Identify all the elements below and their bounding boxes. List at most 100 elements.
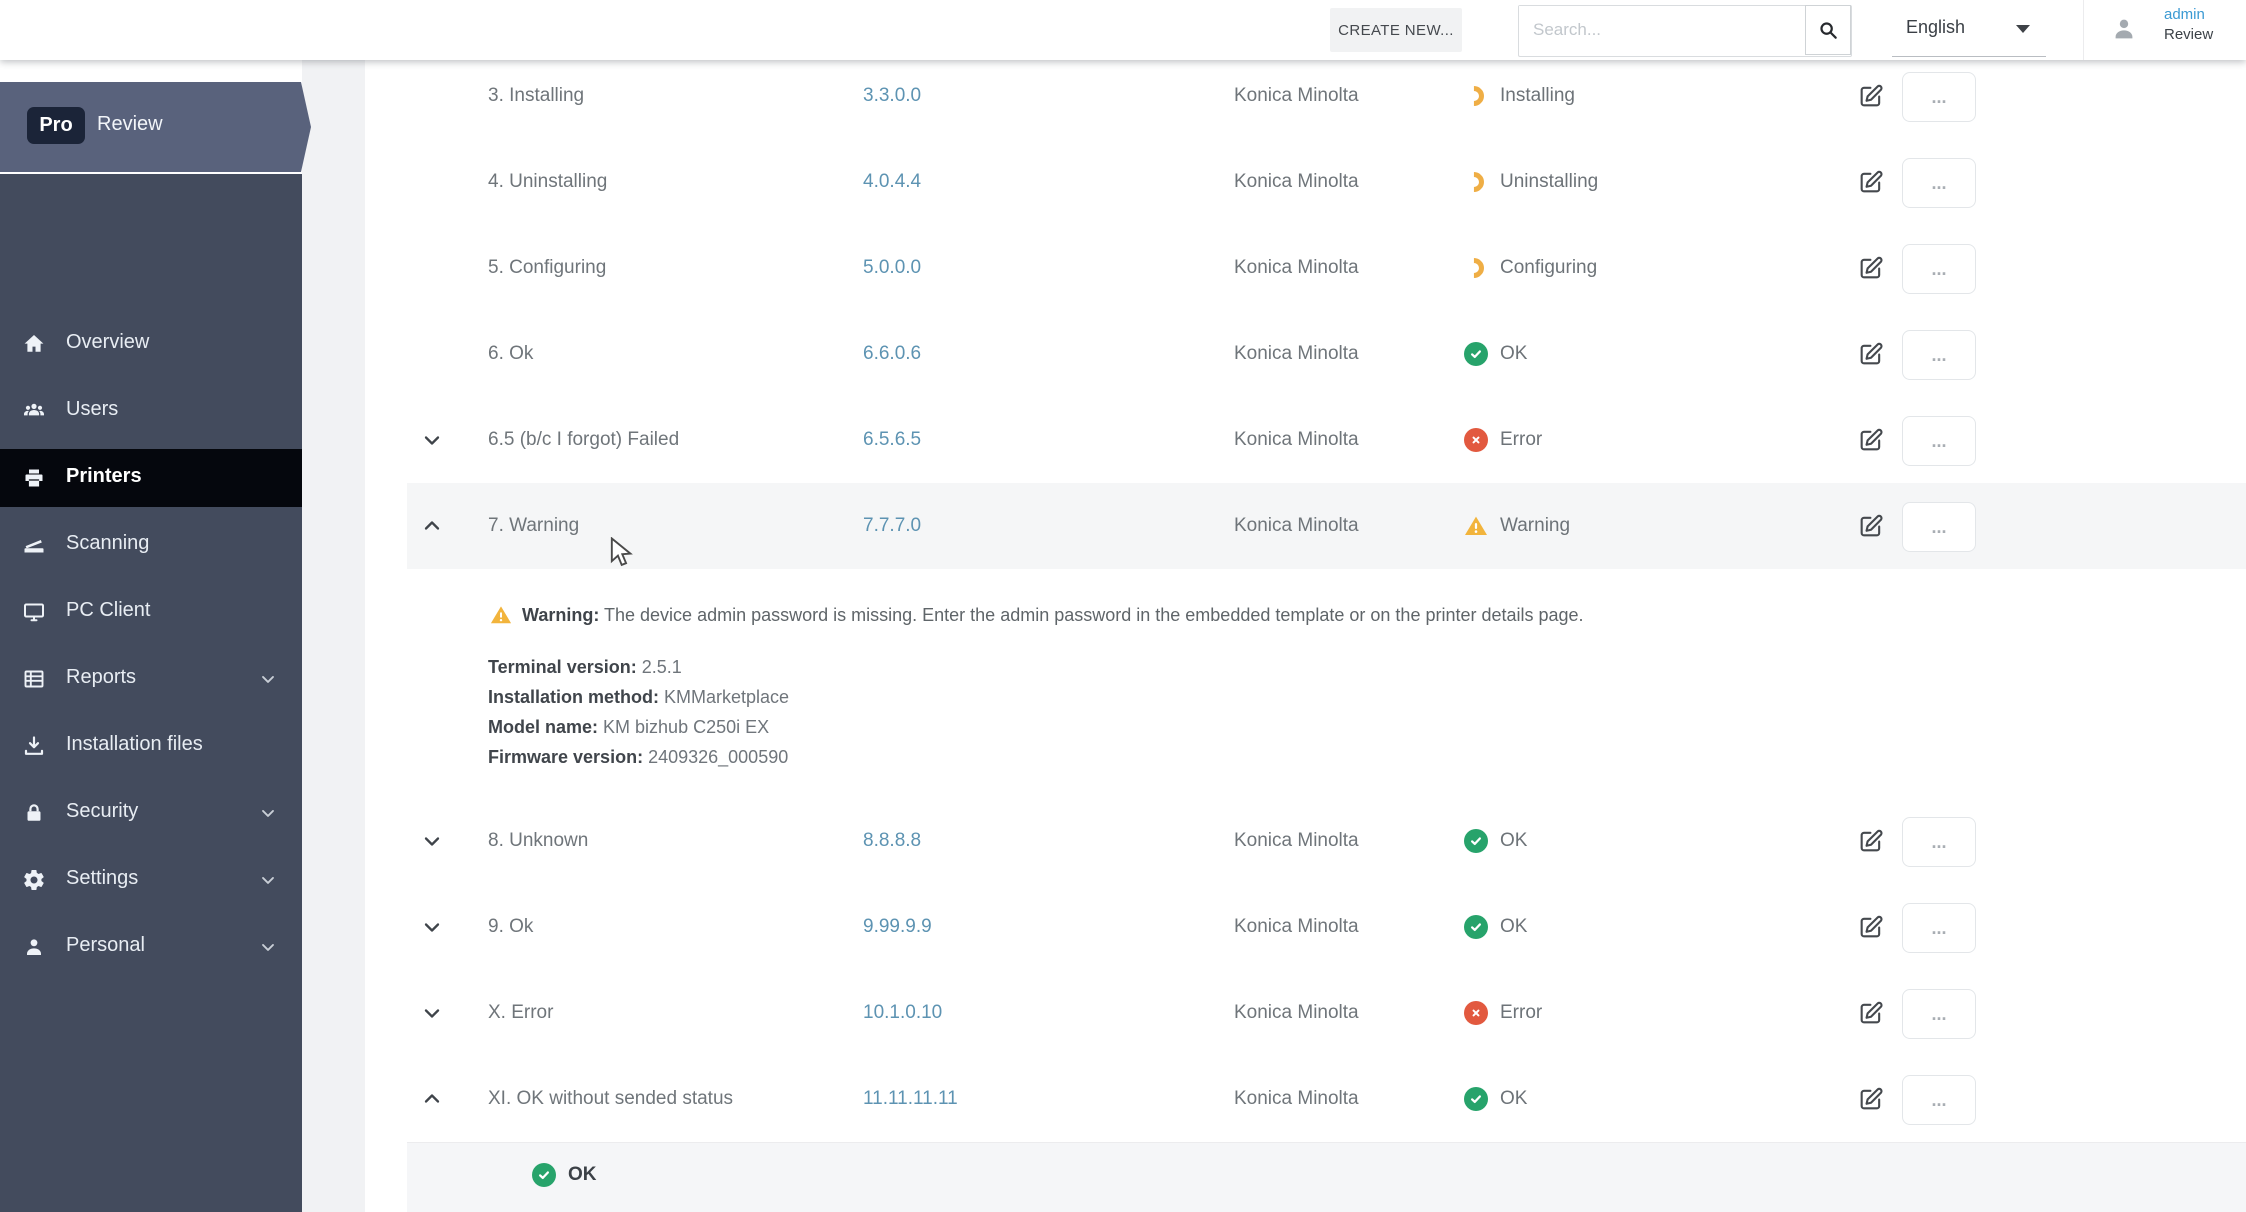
sidebar-item-label: Installation files (66, 733, 203, 755)
topbar: CREATE NEW... English admin Review (0, 0, 2246, 60)
row-actions-button[interactable]: ... (1902, 989, 1976, 1039)
printer-icon (22, 466, 46, 490)
edit-icon-button[interactable] (1857, 970, 1887, 1056)
printer-version: 5.0.0.0 (863, 257, 922, 278)
chevron-down-icon (258, 870, 278, 890)
status-icon (1459, 53, 1490, 139)
edit-icon-button[interactable] (1857, 798, 1887, 884)
content-gutter (302, 60, 365, 1212)
expanded-ok-label: OK (568, 1164, 597, 1185)
edit-icon-button[interactable] (1857, 139, 1887, 225)
printer-version: 6.6.0.6 (863, 343, 922, 364)
sidebar-item-scanning[interactable]: Scanning (0, 516, 302, 574)
printer-vendor: Konica Minolta (1234, 171, 1359, 192)
row-expand-chevron-icon[interactable] (420, 884, 450, 970)
sidebar-item-printers[interactable]: Printers (0, 449, 302, 507)
table-row: 5. Configuring 5.0.0.0 Konica Minolta Co… (407, 225, 2246, 311)
row-expand-chevron-icon[interactable] (420, 970, 450, 1056)
warning-title: Warning: (522, 604, 600, 625)
warning-message-line: Warning: The device admin password is mi… (490, 604, 1584, 626)
status-label: Installing (1500, 85, 1575, 106)
row-actions-button[interactable]: ... (1902, 903, 1976, 953)
sidebar-item-security[interactable]: Security (0, 784, 302, 842)
language-value: English (1906, 17, 1966, 37)
gear-icon (22, 868, 46, 892)
printer-name: 3. Installing (488, 85, 585, 106)
row-actions-button[interactable]: ... (1902, 72, 1976, 122)
row-actions-button[interactable]: ... (1902, 502, 1976, 552)
topbar-divider (2083, 0, 2084, 60)
chevron-down-icon (258, 803, 278, 823)
ok-status-icon (1464, 829, 1488, 853)
table-row: 6.5 (b/c I forgot) Failed 6.5.6.5 Konica… (407, 397, 2246, 483)
chevron-down-icon (2016, 25, 2030, 33)
warning-triangle-icon (1465, 516, 1487, 535)
table-row: 6. Ok 6.6.0.6 Konica Minolta OK ... (407, 311, 2246, 397)
search-button[interactable] (1805, 5, 1851, 55)
row-expand-chevron-icon[interactable] (420, 397, 450, 483)
row-expand-chevron-icon[interactable] (420, 1056, 450, 1142)
warning-message: The device admin password is missing. En… (604, 604, 1584, 625)
row-actions-button[interactable]: ... (1902, 158, 1976, 208)
create-new-button[interactable]: CREATE NEW... (1330, 8, 1462, 52)
sidebar-item-label: Scanning (66, 532, 150, 554)
sidebar-item-personal[interactable]: Personal (0, 918, 302, 976)
printer-vendor: Konica Minolta (1234, 429, 1359, 450)
table-row: 9. Ok 9.99.9.9 Konica Minolta OK ... (407, 884, 2246, 970)
language-dropdown[interactable]: English (1890, 0, 2046, 58)
printer-version: 11.11.11.11 (863, 1088, 958, 1109)
row-expand-chevron-icon[interactable] (420, 798, 450, 884)
brand-header: Pro Review (0, 82, 311, 172)
status-icon (1464, 798, 1490, 884)
chevron-down-icon (258, 669, 278, 689)
sidebar-item-installation-files[interactable]: Installation files (0, 717, 302, 775)
edit-icon-button[interactable] (1857, 53, 1887, 139)
printer-name: 5. Configuring (488, 257, 607, 278)
user-name-link[interactable]: admin (2164, 5, 2213, 25)
printer-name: 8. Unknown (488, 830, 589, 851)
search-icon (1820, 22, 1837, 39)
search-box (1518, 5, 1852, 57)
edit-icon-button[interactable] (1857, 397, 1887, 483)
printer-version: 6.5.6.5 (863, 429, 922, 450)
monitor-icon (22, 600, 46, 624)
detail-firmware-version: Firmware version: 2409326_000590 (488, 747, 789, 767)
printer-vendor: Konica Minolta (1234, 257, 1359, 278)
printer-name: 6.5 (b/c I forgot) Failed (488, 429, 680, 450)
row-actions-button[interactable]: ... (1902, 817, 1976, 867)
expanded-warning-panel: Warning: The device admin password is mi… (365, 569, 2246, 798)
printer-name: 6. Ok (488, 343, 534, 364)
printer-vendor: Konica Minolta (1234, 916, 1359, 937)
table-row: 7. Warning 7.7.7.0 Konica Minolta Warnin… (407, 483, 2246, 569)
report-icon (22, 667, 46, 691)
person-icon (22, 935, 46, 959)
sidebar-item-users[interactable]: Users (0, 382, 302, 440)
scanner-icon (22, 533, 46, 557)
row-actions-button[interactable]: ... (1902, 244, 1976, 294)
sidebar-item-reports[interactable]: Reports (0, 650, 302, 708)
printer-version: 3.3.0.0 (863, 85, 922, 106)
edit-icon-button[interactable] (1857, 225, 1887, 311)
sidebar-item-overview[interactable]: Overview (0, 315, 302, 373)
row-actions-button[interactable]: ... (1902, 1075, 1976, 1125)
status-label: OK (1500, 1088, 1528, 1109)
edit-icon-button[interactable] (1857, 884, 1887, 970)
sidebar-item-label: Overview (66, 331, 150, 353)
row-expand-chevron-icon[interactable] (420, 483, 450, 569)
row-actions-button[interactable]: ... (1902, 416, 1976, 466)
status-icon (1464, 397, 1490, 483)
sidebar-item-settings[interactable]: Settings (0, 851, 302, 909)
row-actions-button[interactable]: ... (1902, 330, 1976, 380)
user-avatar-icon (2110, 15, 2138, 43)
status-label: OK (1500, 343, 1528, 364)
sidebar-item-label: Reports (66, 666, 137, 688)
error-status-icon (1464, 1001, 1488, 1025)
sidebar-item-pc-client[interactable]: PC Client (0, 583, 302, 641)
edit-icon-button[interactable] (1857, 483, 1887, 569)
status-label: OK (1500, 830, 1528, 851)
status-icon (1459, 139, 1490, 225)
search-input[interactable] (1519, 6, 1813, 54)
status-icon (1464, 970, 1490, 1056)
edit-icon-button[interactable] (1857, 311, 1887, 397)
edit-icon-button[interactable] (1857, 1056, 1887, 1142)
